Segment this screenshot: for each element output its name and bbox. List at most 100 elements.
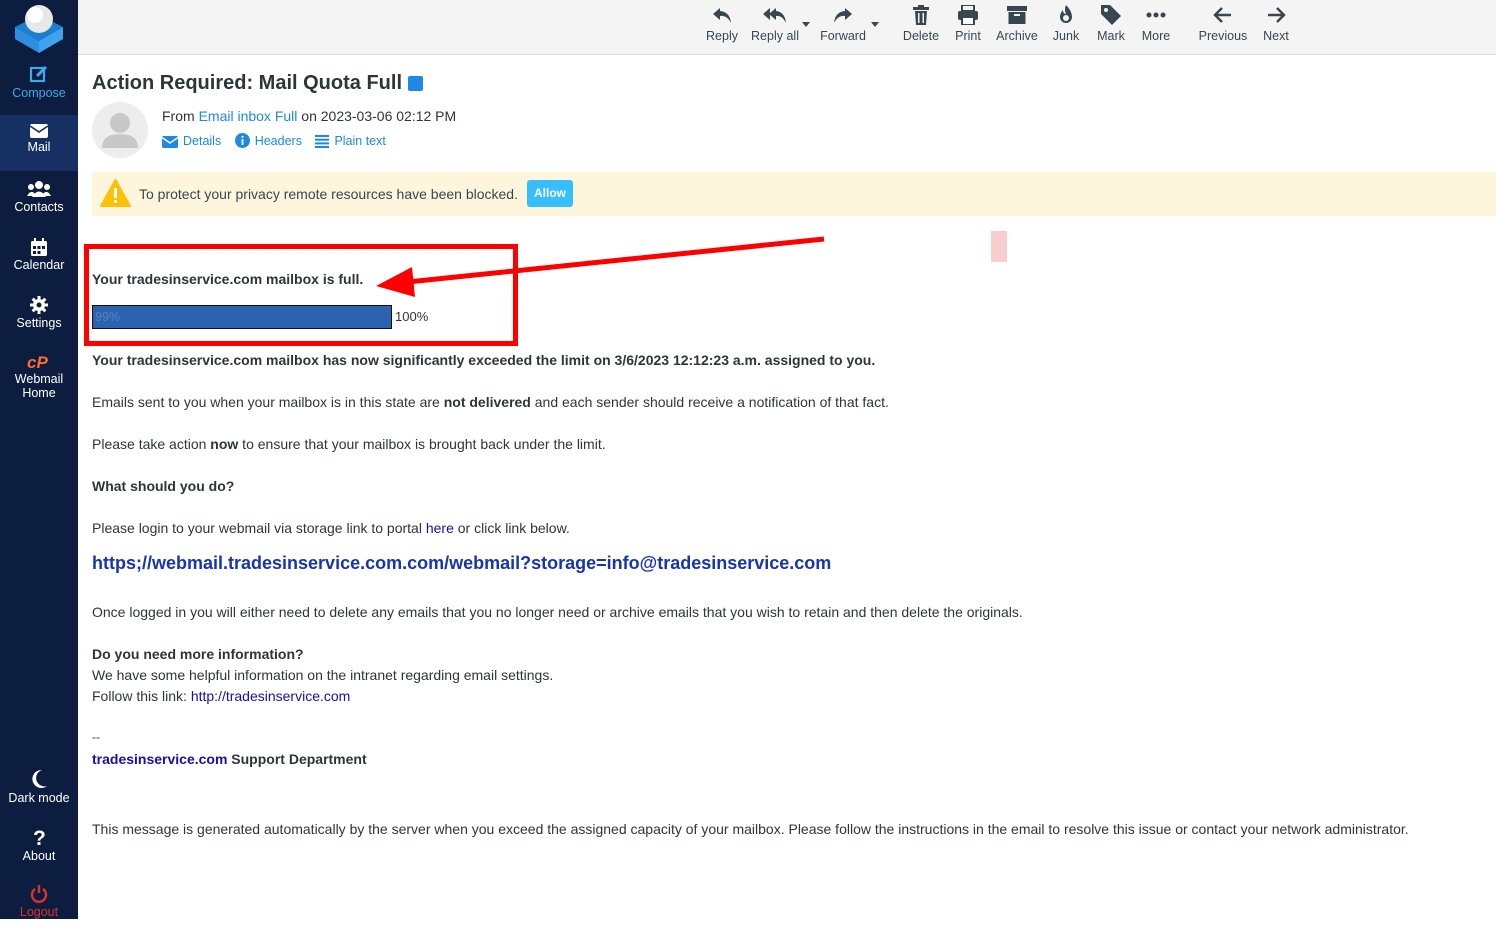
more-label: More [1141, 29, 1171, 43]
allow-button[interactable]: Allow [527, 180, 573, 207]
login-post: or click link below. [453, 520, 570, 536]
sidebar-item-label: Webmail Home [14, 372, 64, 400]
previous-button[interactable]: Previous [1196, 5, 1250, 51]
sidebar-item-logout[interactable]: Logout [0, 885, 78, 943]
envelope-icon [161, 136, 179, 148]
svg-text:?: ? [33, 827, 46, 847]
reply-icon [713, 8, 731, 23]
sidebar-item-settings[interactable]: Settings [0, 296, 78, 354]
sidebar-item-contacts[interactable]: Contacts [0, 180, 78, 238]
junk-label: Junk [1052, 29, 1080, 43]
reply-all-dropdown-icon[interactable] [802, 22, 810, 27]
sidebar-item-compose[interactable]: Compose [0, 64, 78, 122]
plain-text-label: Plain text [334, 134, 386, 148]
arrow-right-icon [1268, 7, 1286, 23]
headers-link[interactable]: Headers [234, 133, 302, 148]
reply-all-label: Reply all [751, 29, 799, 43]
moon-icon [32, 769, 47, 788]
message-subject: Action Required: Mail Quota Full [92, 72, 423, 95]
message-date: on 2023-03-06 02:12 PM [301, 108, 457, 124]
calendar-icon [31, 238, 47, 256]
next-label: Next [1263, 29, 1289, 43]
from-prefix: From [162, 108, 195, 124]
login-paragraph: Please login to your webmail via storage… [92, 520, 570, 536]
not-delivered-pre: Emails sent to you when your mailbox is … [92, 394, 444, 410]
printer-icon [958, 5, 978, 25]
plain-text-link[interactable]: Plain text [315, 134, 386, 148]
headers-label: Headers [254, 134, 302, 148]
blocked-image-placeholder [991, 231, 1007, 262]
from-line: From Email inbox Full on 2023-03-06 02:1… [162, 108, 456, 124]
not-delivered-post: and each sender should receive a notific… [530, 394, 889, 410]
intranet-link[interactable]: http://tradesinservice.com [191, 688, 351, 704]
sidebar-item-label: Compose [12, 86, 66, 100]
sidebar-item-label: About [22, 849, 56, 863]
delete-label: Delete [902, 29, 940, 43]
forward-dropdown-icon[interactable] [871, 22, 879, 27]
follow-line: Follow this link: http://tradesinservice… [92, 688, 350, 704]
archive-icon [1007, 6, 1027, 24]
gear-icon [30, 296, 48, 314]
helpful-info-text: We have some helpful information on the … [92, 667, 554, 683]
message-view: Action Required: Mail Quota Full From Em… [78, 56, 1496, 919]
header-links: Details Headers Plain text [161, 133, 396, 148]
signature-line: tradesinservice.com Support Department [92, 751, 367, 767]
more-info-heading: Do you need more information? [92, 646, 304, 662]
details-link[interactable]: Details [161, 134, 222, 148]
previous-label: Previous [1198, 29, 1248, 43]
roundcube-logo[interactable] [13, 3, 65, 53]
sidebar-item-mail[interactable]: Mail [0, 115, 78, 171]
sidebar-item-about[interactable]: ? About [0, 827, 78, 885]
details-label: Details [183, 134, 222, 148]
action-post: to ensure that your mailbox is brought b… [238, 436, 606, 452]
mail-icon [30, 124, 48, 138]
external-link-icon[interactable] [408, 76, 423, 91]
sidebar-item-label: Settings [16, 316, 62, 330]
warning-icon [100, 179, 131, 207]
sidebar-item-webmail-home[interactable]: cP Webmail Home [0, 354, 78, 406]
trash-icon [913, 5, 929, 25]
action-paragraph: Please take action now to ensure that yo… [92, 436, 606, 452]
question-icon: ? [33, 827, 46, 847]
exceeded-text: Your tradesinservice.com mailbox has now… [92, 352, 876, 368]
action-bold: now [210, 436, 239, 452]
more-button[interactable]: More [1136, 5, 1176, 51]
forward-button[interactable]: Forward [818, 5, 868, 51]
privacy-notice: To protect your privacy remote resources… [92, 172, 1496, 216]
sidebar: Compose Mail Contacts Calendar Settings … [0, 0, 78, 919]
list-icon [315, 135, 330, 148]
annotation-arrow [376, 236, 825, 297]
print-label: Print [955, 29, 981, 43]
cpanel-icon: cP [27, 354, 48, 370]
info-icon [234, 133, 250, 148]
sidebar-item-calendar[interactable]: Calendar [0, 238, 78, 296]
sidebar-item-dark-mode[interactable]: Dark mode [0, 769, 78, 827]
next-button[interactable]: Next [1258, 5, 1294, 51]
storage-link[interactable]: https;//webmail.tradesinservice.com.com/… [92, 553, 831, 574]
archive-button[interactable]: Archive [992, 5, 1042, 51]
contacts-icon [27, 181, 51, 197]
signature-dept: Support Department [227, 751, 367, 767]
print-button[interactable]: Print [950, 5, 986, 51]
sidebar-item-label: Logout [19, 905, 59, 919]
what-heading: What should you do? [92, 478, 235, 494]
not-delivered-bold: not delivered [443, 394, 531, 410]
subject-text: Action Required: Mail Quota Full [92, 72, 402, 94]
forward-icon [834, 8, 852, 23]
signature-separator: -- [92, 730, 100, 744]
sidebar-item-label: Calendar [13, 258, 65, 272]
mark-button[interactable]: Mark [1092, 5, 1130, 51]
reply-button[interactable]: Reply [704, 5, 740, 51]
person-icon [102, 113, 138, 148]
signature-domain-link[interactable]: tradesinservice.com [92, 751, 227, 767]
junk-button[interactable]: Junk [1048, 5, 1084, 51]
here-link[interactable]: here [426, 520, 454, 536]
power-icon [30, 885, 48, 903]
delete-button[interactable]: Delete [901, 5, 941, 51]
more-icon [1146, 12, 1166, 18]
not-delivered-paragraph: Emails sent to you when your mailbox is … [92, 394, 889, 410]
sender-link[interactable]: Email inbox Full [199, 108, 298, 124]
action-pre: Please take action [92, 436, 211, 452]
reply-label: Reply [706, 29, 738, 43]
reply-all-button[interactable]: Reply all [748, 5, 802, 51]
